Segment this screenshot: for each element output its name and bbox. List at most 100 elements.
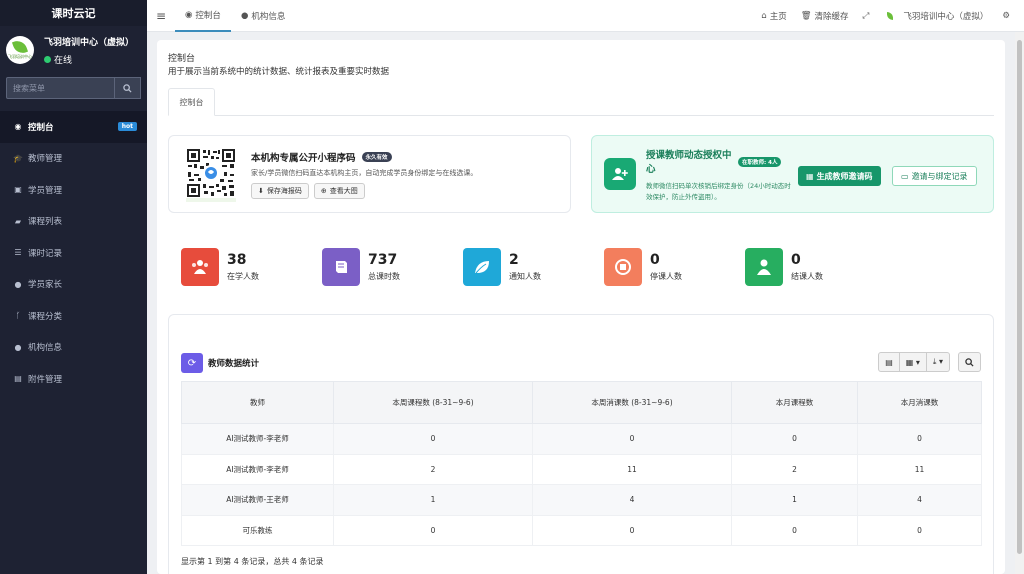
column-header[interactable]: 本周课程数 (8-31~9-6) — [333, 381, 533, 424]
download-icon: ⬇ — [258, 187, 264, 195]
panel-title: 教师数据统计 — [208, 359, 260, 369]
menu-search-input[interactable] — [6, 77, 115, 99]
cell-teacher: AI测试教师-李老师 — [181, 453, 334, 485]
clear-cache-label: 清除缓存 — [814, 11, 849, 22]
fullscreen-button[interactable]: ⤢ — [863, 11, 870, 21]
file-icon: ▤ — [14, 374, 22, 384]
invite-records-button[interactable]: ▭ 邀请与绑定记录 — [892, 166, 977, 186]
stat-label: 停课人数 — [650, 272, 682, 281]
user-plus-icon — [604, 158, 636, 190]
main-content: 控制台 用于展示当前系统中的统计数据、统计报表及重要实时数据 控制台 本机构专属… — [157, 40, 1005, 574]
view-large-button[interactable]: ⊕ 查看大图 — [313, 183, 365, 199]
subtab-dashboard[interactable]: 控制台 — [168, 88, 215, 116]
list-icon: ☰ — [14, 248, 22, 258]
cell-teacher: AI测试教师-王老师 — [181, 484, 334, 516]
settings-button[interactable]: ⚙ — [1002, 11, 1010, 21]
stat-label: 总课时数 — [368, 272, 400, 281]
stat-label: 在学人数 — [227, 272, 259, 281]
active-teachers-badge: 在职教师: 4人 — [738, 157, 782, 167]
pagination-info: 显示第 1 到第 4 条记录，总共 4 条记录 — [181, 557, 324, 566]
column-header[interactable]: 教师 — [181, 381, 334, 424]
refresh-icon[interactable]: ⟳ — [181, 353, 203, 373]
column-header[interactable]: 本周消课数 (8-31~9-6) — [532, 381, 732, 424]
sidebar-item-courses[interactable]: ▰ 课程列表 — [0, 206, 147, 238]
search-icon — [123, 83, 132, 93]
save-poster-button[interactable]: ⬇ 保存海报码 — [251, 183, 309, 199]
generate-invite-button[interactable]: ▦ 生成教师邀请码 — [798, 166, 881, 186]
users-icon — [181, 248, 219, 286]
scrollbar-thumb[interactable] — [1017, 40, 1022, 554]
tab-label: 控制台 — [195, 10, 221, 21]
table-row[interactable]: AI测试教师-李老师 2 11 2 11 — [181, 453, 982, 485]
home-icon: ⌂ — [761, 10, 767, 21]
qrcode-small-icon: ▦ — [806, 171, 814, 181]
user-icon — [745, 248, 783, 286]
auth-card-desc: 教师微信扫码单次核销后绑定身份（24小时动态时效保护，防止外传盗用）。 — [646, 182, 791, 201]
user-icon: ● — [240, 10, 249, 21]
book-icon — [322, 248, 360, 286]
page-description: 用于展示当前系统中的统计数据、统计报表及重要实时数据 — [168, 67, 390, 77]
table-row[interactable]: AI测试教师-李老师 0 0 0 0 — [181, 423, 982, 455]
sidebar-item-attachments[interactable]: ▤ 附件管理 — [0, 363, 147, 395]
cell-week-consumed: 4 — [532, 484, 732, 516]
column-header[interactable]: 本月消课数 — [857, 381, 982, 424]
table-search-button[interactable] — [958, 352, 981, 372]
cell-week-courses: 0 — [333, 423, 533, 455]
sidebar-item-label: 学员管理 — [28, 185, 63, 196]
search-icon — [965, 357, 974, 367]
sidebar-item-label: 课时记录 — [28, 248, 63, 259]
stat-suspended: 0 停课人数 — [604, 248, 682, 286]
menu-search — [6, 77, 141, 99]
menu-toggle-icon[interactable]: ≡ — [147, 9, 175, 23]
stat-value: 0 — [791, 252, 801, 268]
tab-dashboard[interactable]: ◉ 控制台 — [175, 0, 231, 32]
mini-program-qr-card: 本机构专属公开小程序码 永久有效 家长/学员微信扫码直达本机构主页，自动完成学员… — [168, 135, 571, 213]
export-icon: ⤓ ▾ — [932, 357, 943, 366]
cell-week-courses: 2 — [333, 453, 533, 485]
cell-week-consumed: 11 — [532, 453, 732, 485]
org-account-menu[interactable]: 飞羽培训中心（虚拟） — [883, 9, 988, 23]
sidebar-item-label: 附件管理 — [28, 374, 63, 385]
sidebar-item-dashboard[interactable]: ◉ 控制台 hot — [0, 111, 147, 143]
sidebar-item-label: 教师管理 — [28, 154, 63, 165]
user-icon: ● — [14, 279, 22, 289]
page-scrollbar[interactable] — [1015, 32, 1024, 574]
sidebar-item-parents[interactable]: ● 学员家长 — [0, 269, 147, 301]
book-icon: ▰ — [14, 216, 22, 226]
stat-value: 38 — [227, 252, 247, 268]
home-link[interactable]: ⌂ 主页 — [761, 10, 786, 22]
stat-label: 通知人数 — [509, 272, 541, 281]
generate-invite-label: 生成教师邀请码 — [816, 171, 873, 181]
sidebar-item-categories[interactable]: ᚴ 课程分类 — [0, 300, 147, 332]
column-header[interactable]: 本月课程数 — [731, 381, 858, 424]
cell-month-consumed: 0 — [857, 514, 982, 546]
search-button[interactable] — [115, 77, 141, 99]
qr-title-text: 本机构专属公开小程序码 — [251, 153, 356, 164]
stat-completed: 0 结课人数 — [745, 248, 823, 286]
qr-card-title: 本机构专属公开小程序码 永久有效 — [251, 150, 392, 164]
sidebar-item-label: 课程分类 — [28, 311, 63, 322]
avatar: 飞羽培训中心 — [6, 36, 34, 64]
table-row[interactable]: 可乐教练 0 0 0 0 — [181, 514, 982, 546]
export-button[interactable]: ⤓ ▾ — [926, 352, 950, 372]
status-text: 在线 — [54, 55, 73, 66]
view-large-label: 查看大图 — [329, 187, 358, 195]
leaf-icon — [463, 248, 501, 286]
user-icon: ● — [14, 342, 22, 352]
clear-cache-button[interactable]: 🗑 清除缓存 — [801, 10, 849, 22]
sidebar-menu: ◉ 控制台 hot 🎓 教师管理 ▣ 学员管理 ▰ 课程列表 ☰ 课时记录 ● … — [0, 111, 147, 395]
table-row[interactable]: AI测试教师-王老师 1 4 1 4 — [181, 484, 982, 516]
columns-button[interactable]: ▦ ▾ — [899, 352, 927, 372]
sidebar-item-org-info[interactable]: ● 机构信息 — [0, 332, 147, 364]
top-bar: ≡ ◉ 控制台 ● 机构信息 ⌂ 主页 🗑 清除缓存 ⤢ 飞羽培训中心（虚拟） … — [147, 0, 1024, 32]
sidebar-item-students[interactable]: ▣ 学员管理 — [0, 174, 147, 206]
stat-notified: 2 通知人数 — [463, 248, 541, 286]
cell-month-consumed: 4 — [857, 484, 982, 516]
toggle-view-button[interactable]: ▤ — [878, 352, 900, 372]
sidebar-item-lesson-records[interactable]: ☰ 课时记录 — [0, 237, 147, 269]
cell-month-courses: 1 — [731, 484, 858, 516]
cell-month-consumed: 11 — [857, 453, 982, 485]
tab-org-info[interactable]: ● 机构信息 — [231, 0, 295, 32]
sidebar-item-teachers[interactable]: 🎓 教师管理 — [0, 143, 147, 175]
qr-code-icon[interactable] — [186, 148, 236, 202]
